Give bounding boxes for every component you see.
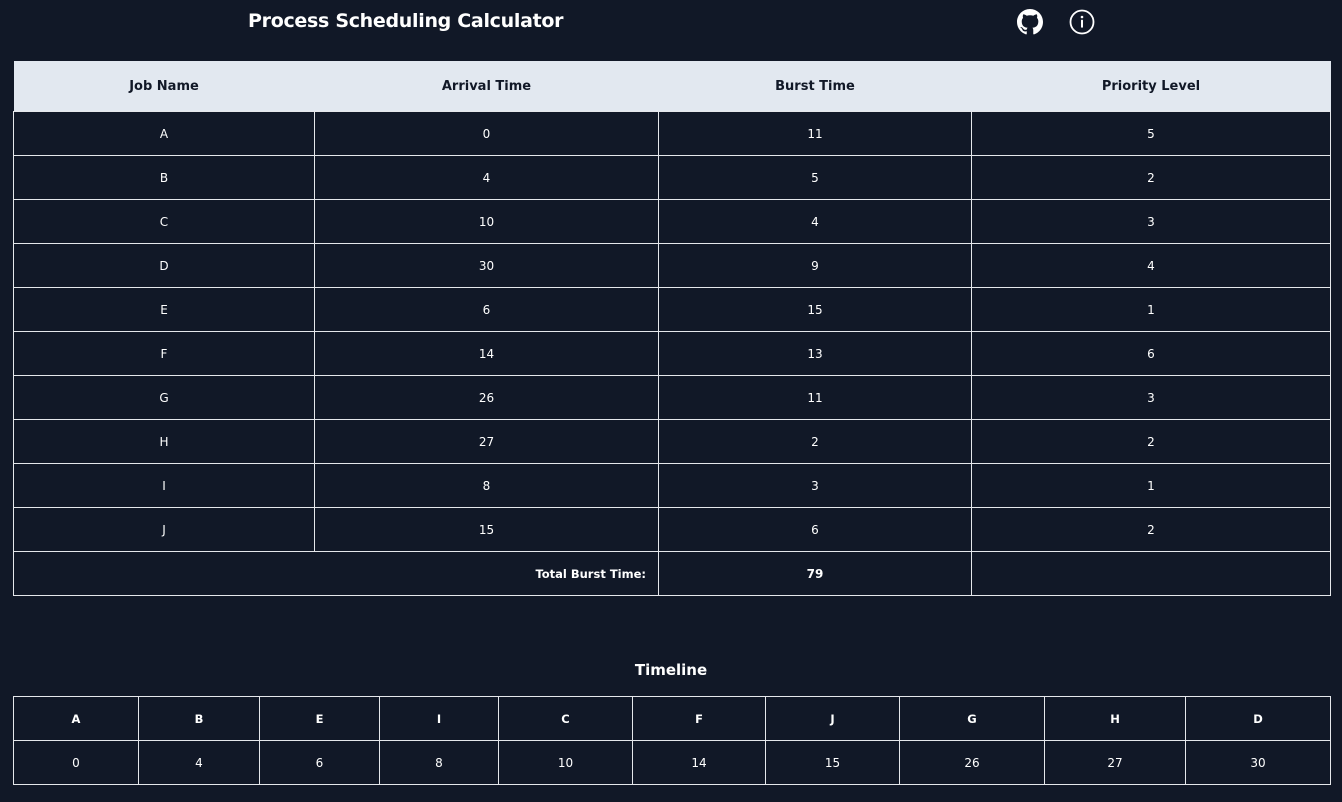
table-row: C 10 4 3: [13, 199, 1331, 244]
timeline-time-cell: 4: [138, 740, 260, 785]
timeline-time-cell: 10: [498, 740, 633, 785]
timeline-job-cell: B: [138, 696, 260, 741]
timeline-job-cell: J: [765, 696, 900, 741]
table-row: I 8 3 1: [13, 463, 1331, 508]
arrival-time-cell: 26: [314, 375, 659, 420]
arrival-time-cell: 4: [314, 155, 659, 200]
arrival-time-cell: 10: [314, 199, 659, 244]
table-row: B 4 5 2: [13, 155, 1331, 200]
job-name-cell: B: [13, 155, 315, 200]
table-row: J 15 6 2: [13, 507, 1331, 552]
burst-time-cell: 13: [658, 331, 972, 376]
timeline-job-cell: I: [379, 696, 499, 741]
burst-time-cell: 5: [658, 155, 972, 200]
table-row: D 30 9 4: [13, 243, 1331, 288]
column-header-arrival-time: Arrival Time: [314, 61, 659, 112]
job-name-cell: E: [13, 287, 315, 332]
timeline-job-cell: A: [13, 696, 139, 741]
arrival-time-cell: 30: [314, 243, 659, 288]
total-burst-label: Total Burst Time:: [13, 551, 659, 596]
burst-time-cell: 9: [658, 243, 972, 288]
timeline-job-cell: G: [899, 696, 1045, 741]
column-header-job-name: Job Name: [13, 61, 315, 112]
burst-time-cell: 2: [658, 419, 972, 464]
page-title: Process Scheduling Calculator: [248, 10, 564, 32]
priority-level-cell: 3: [971, 375, 1331, 420]
timeline-jobs-row: A B E I C F J G H D: [13, 696, 1331, 741]
priority-level-cell: 2: [971, 155, 1331, 200]
total-burst-value: 79: [658, 551, 972, 596]
timeline-table: A B E I C F J G H D 0 4 6 8 10 14 15 26 …: [13, 696, 1331, 785]
arrival-time-cell: 14: [314, 331, 659, 376]
priority-level-cell: 1: [971, 287, 1331, 332]
job-name-cell: F: [13, 331, 315, 376]
table-row: H 27 2 2: [13, 419, 1331, 464]
job-name-cell: I: [13, 463, 315, 508]
timeline-job-cell: C: [498, 696, 633, 741]
arrival-time-cell: 0: [314, 111, 659, 156]
burst-time-cell: 15: [658, 287, 972, 332]
timeline-time-cell: 27: [1044, 740, 1186, 785]
burst-time-cell: 11: [658, 111, 972, 156]
app-header: Process Scheduling Calculator: [0, 0, 1342, 44]
timeline-job-cell: F: [632, 696, 766, 741]
total-empty-cell: [971, 551, 1331, 596]
timeline-job-cell: H: [1044, 696, 1186, 741]
burst-time-cell: 6: [658, 507, 972, 552]
job-name-cell: J: [13, 507, 315, 552]
arrival-time-cell: 8: [314, 463, 659, 508]
table-row: F 14 13 6: [13, 331, 1331, 376]
table-row: A 0 11 5: [13, 111, 1331, 156]
priority-level-cell: 1: [971, 463, 1331, 508]
burst-time-cell: 3: [658, 463, 972, 508]
burst-time-cell: 11: [658, 375, 972, 420]
priority-level-cell: 2: [971, 419, 1331, 464]
timeline-job-cell: D: [1185, 696, 1331, 741]
table-row: E 6 15 1: [13, 287, 1331, 332]
jobs-table: Job Name Arrival Time Burst Time Priorit…: [13, 61, 1331, 596]
priority-level-cell: 4: [971, 243, 1331, 288]
job-name-cell: A: [13, 111, 315, 156]
timeline-time-cell: 6: [259, 740, 380, 785]
priority-level-cell: 6: [971, 331, 1331, 376]
timeline-title: Timeline: [634, 661, 708, 679]
arrival-time-cell: 15: [314, 507, 659, 552]
arrival-time-cell: 6: [314, 287, 659, 332]
table-row: G 26 11 3: [13, 375, 1331, 420]
table-header-row: Job Name Arrival Time Burst Time Priorit…: [13, 61, 1331, 112]
info-icon[interactable]: [1069, 9, 1095, 35]
job-name-cell: D: [13, 243, 315, 288]
timeline-time-cell: 30: [1185, 740, 1331, 785]
column-header-priority-level: Priority Level: [971, 61, 1331, 112]
timeline-time-cell: 26: [899, 740, 1045, 785]
arrival-time-cell: 27: [314, 419, 659, 464]
priority-level-cell: 3: [971, 199, 1331, 244]
timeline-job-cell: E: [259, 696, 380, 741]
timeline-time-cell: 8: [379, 740, 499, 785]
timeline-time-cell: 0: [13, 740, 139, 785]
burst-time-cell: 4: [658, 199, 972, 244]
timeline-times-row: 0 4 6 8 10 14 15 26 27 30: [13, 740, 1331, 785]
github-icon[interactable]: [1017, 9, 1043, 35]
job-name-cell: H: [13, 419, 315, 464]
job-name-cell: C: [13, 199, 315, 244]
column-header-burst-time: Burst Time: [658, 61, 972, 112]
priority-level-cell: 2: [971, 507, 1331, 552]
timeline-time-cell: 14: [632, 740, 766, 785]
total-row: Total Burst Time: 79: [13, 551, 1331, 596]
job-name-cell: G: [13, 375, 315, 420]
priority-level-cell: 5: [971, 111, 1331, 156]
timeline-time-cell: 15: [765, 740, 900, 785]
